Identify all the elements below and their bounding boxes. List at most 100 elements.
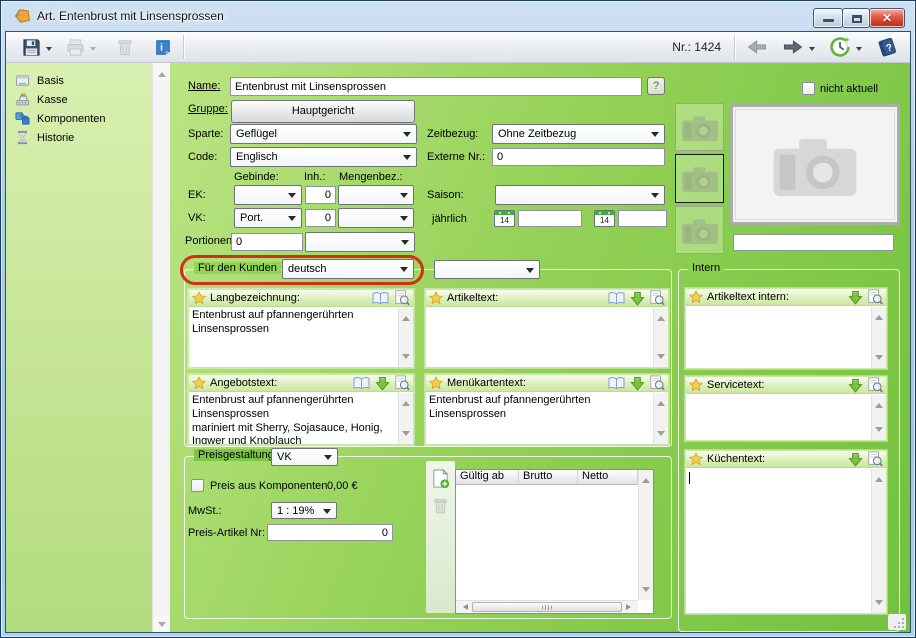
jaehrlich-von-input[interactable] <box>518 210 582 227</box>
sidebar-scrollbar[interactable] <box>152 63 170 632</box>
angebotstext-textarea[interactable]: Entenbrust auf pfannengerührten Linsensp… <box>189 393 398 444</box>
gruppe-button[interactable]: Hauptgericht <box>231 100 415 123</box>
image-preview[interactable] <box>730 104 900 225</box>
print-dropdown-caret[interactable] <box>90 46 96 54</box>
maximize-button[interactable] <box>842 8 870 28</box>
ek-gebinde-select[interactable] <box>234 185 302 205</box>
nicht-aktuell-checkbox[interactable] <box>802 82 815 95</box>
artikeltext-textarea[interactable] <box>426 308 653 367</box>
dictionary-book-icon[interactable] <box>352 376 371 391</box>
copy-down-arrow-icon[interactable] <box>848 378 863 393</box>
portionen-einheit-select[interactable] <box>305 232 415 252</box>
table-horizontal-scrollbar[interactable] <box>456 600 638 613</box>
zoom-preview-icon[interactable] <box>649 290 665 306</box>
minimize-button[interactable] <box>813 8 843 28</box>
name-label[interactable]: Name: <box>188 80 220 92</box>
price-table[interactable]: Gültig ab Brutto Netto <box>455 469 654 614</box>
help-button-toolbar[interactable]: ? <box>874 34 900 60</box>
sidebar-item-historie[interactable]: Historie <box>6 128 152 147</box>
previous-record-button[interactable] <box>744 36 771 58</box>
delete-price-icon[interactable] <box>432 497 449 515</box>
langbezeichnung-textarea[interactable]: Entenbrust auf pfannengerührten Linsensp… <box>189 308 398 367</box>
vk-mengenbez-select[interactable] <box>338 208 414 228</box>
add-price-icon[interactable] <box>431 469 450 489</box>
history-dropdown-caret[interactable] <box>856 46 862 54</box>
next-record-button[interactable] <box>779 36 806 58</box>
sidebar-item-komponenten[interactable]: Komponenten <box>6 109 152 128</box>
preis-aus-komponenten-checkbox[interactable] <box>191 479 204 492</box>
history-button[interactable] <box>827 34 853 60</box>
window-icon <box>15 75 30 86</box>
jaehrlich-bis-input[interactable] <box>618 210 667 227</box>
copy-down-arrow-icon[interactable] <box>630 376 645 391</box>
artikeltext-intern-textarea[interactable] <box>686 307 871 368</box>
externe-nr-input[interactable] <box>492 148 665 166</box>
column-header-netto[interactable]: Netto <box>578 470 638 485</box>
code-select[interactable]: Englisch <box>230 147 417 167</box>
image-thumbnail-2-selected[interactable] <box>675 154 724 203</box>
ek-mengenbez-select[interactable] <box>338 185 414 205</box>
zoom-preview-icon[interactable] <box>867 289 883 305</box>
dictionary-book-icon[interactable] <box>371 291 390 306</box>
column-header-gueltig-ab[interactable]: Gültig ab <box>456 470 519 485</box>
portionen-input[interactable] <box>231 233 303 251</box>
textarea-scrollbar[interactable] <box>871 307 886 368</box>
preis-modus-select[interactable]: VK <box>271 448 338 466</box>
sparte-select[interactable]: Geflügel <box>230 124 417 144</box>
textarea-scrollbar[interactable] <box>398 393 413 444</box>
copy-down-arrow-icon[interactable] <box>375 376 390 391</box>
save-dropdown-caret[interactable] <box>46 46 52 54</box>
close-button[interactable]: ✕ <box>869 8 905 28</box>
price-table-actions <box>426 461 455 613</box>
table-vertical-scrollbar[interactable] <box>638 470 653 600</box>
menuekartentext-textarea[interactable]: Entenbrust auf pfannengerührten Linsensp… <box>426 393 653 444</box>
textarea-scrollbar[interactable] <box>653 393 668 444</box>
copy-down-arrow-icon[interactable] <box>630 291 645 306</box>
name-input[interactable] <box>230 77 642 96</box>
textarea-scrollbar[interactable] <box>653 308 668 367</box>
zoom-preview-icon[interactable] <box>394 290 410 306</box>
column-header-brutto[interactable]: Brutto <box>519 470 578 485</box>
image-caption-input[interactable] <box>733 234 894 251</box>
image-thumbnail-3[interactable] <box>675 206 724 254</box>
kuechentext-textarea[interactable] <box>686 469 871 613</box>
zoom-preview-icon[interactable] <box>867 377 883 393</box>
print-button[interactable] <box>64 36 87 59</box>
mwst-select[interactable]: 1 : 19% <box>271 502 337 519</box>
calendar-button-bis[interactable]: 14 <box>594 210 615 227</box>
zoom-preview-icon[interactable] <box>394 375 410 391</box>
dictionary-book-icon[interactable] <box>607 376 626 391</box>
zoom-preview-icon[interactable] <box>867 451 883 467</box>
preis-artikel-nr-input[interactable] <box>267 524 393 541</box>
vk-gebinde-select[interactable]: Port. <box>234 208 302 228</box>
textarea-scrollbar[interactable] <box>398 308 413 367</box>
sprache-select[interactable]: deutsch <box>282 259 414 279</box>
dictionary-book-icon[interactable] <box>607 291 626 306</box>
copy-down-arrow-icon[interactable] <box>848 290 863 305</box>
zweite-sprache-select[interactable] <box>434 260 540 279</box>
delete-button[interactable] <box>114 36 136 59</box>
textarea-scrollbar[interactable] <box>871 395 886 440</box>
calendar-button-von[interactable]: 14 <box>494 210 515 227</box>
zeitbezug-label: Zeitbezug: <box>427 128 479 140</box>
ek-inh-input[interactable] <box>305 186 336 204</box>
gruppe-label[interactable]: Gruppe: <box>188 103 228 115</box>
vk-inh-input[interactable] <box>305 209 336 227</box>
scroll-down-arrow[interactable] <box>153 615 170 632</box>
sidebar-item-basis[interactable]: Basis <box>6 71 152 90</box>
zoom-preview-icon[interactable] <box>649 375 665 391</box>
name-help-button[interactable]: ? <box>647 77 665 95</box>
save-button[interactable] <box>20 36 43 59</box>
sidebar-item-kasse[interactable]: Kasse <box>6 90 152 109</box>
navigation-dropdown-caret[interactable] <box>809 46 815 54</box>
zeitbezug-select[interactable]: Ohne Zeitbezug <box>492 124 665 144</box>
saison-select[interactable] <box>495 185 665 205</box>
info-button[interactable]: i <box>152 36 174 59</box>
artikeltext-box: Artikeltext: <box>425 289 669 368</box>
servicetext-textarea[interactable] <box>686 395 871 440</box>
textarea-scrollbar[interactable] <box>871 469 886 613</box>
copy-down-arrow-icon[interactable] <box>848 452 863 467</box>
image-thumbnail-1[interactable] <box>675 103 724 151</box>
window-resize-grip[interactable] <box>888 614 906 630</box>
scroll-up-arrow[interactable] <box>153 63 170 80</box>
